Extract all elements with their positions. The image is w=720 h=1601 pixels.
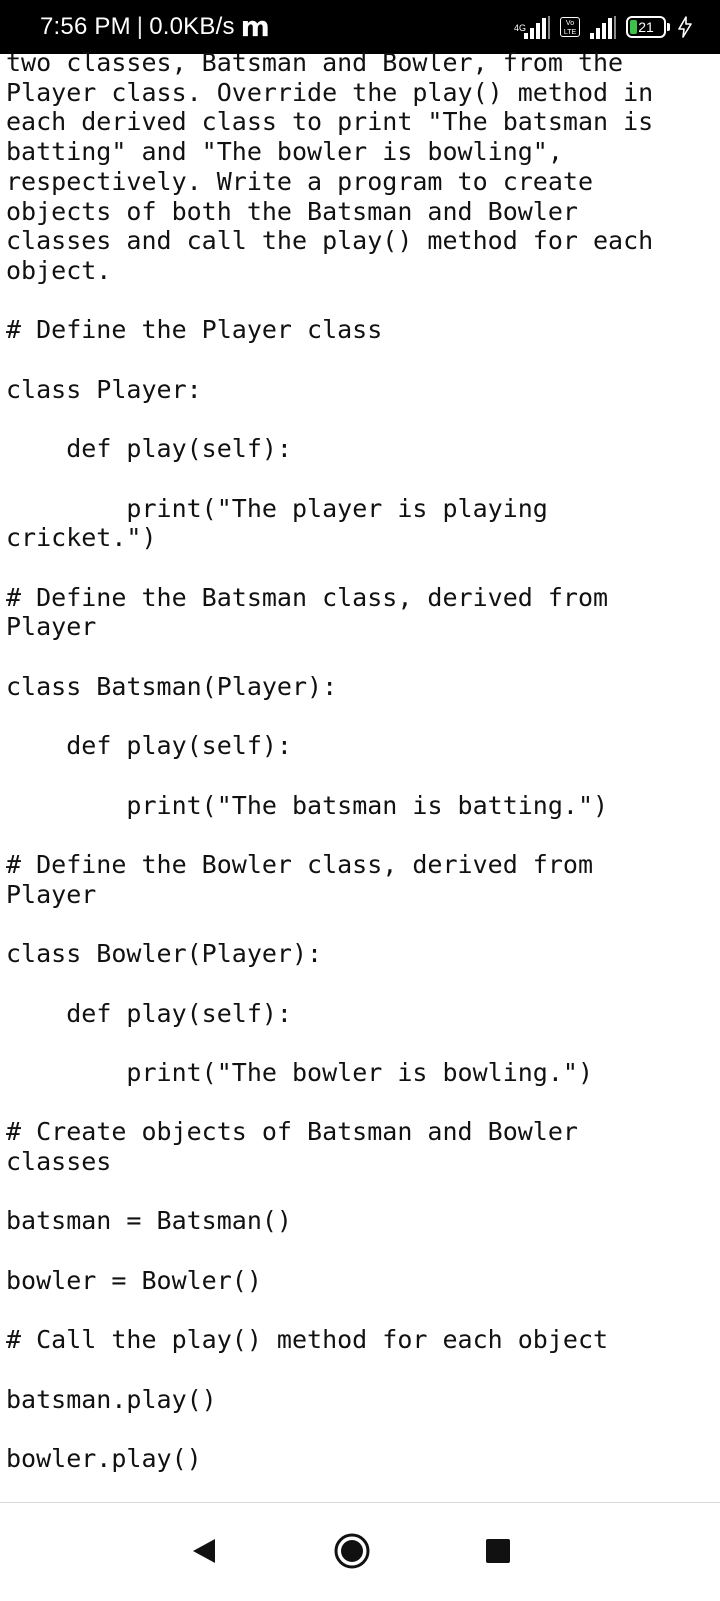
signal-icon xyxy=(590,16,616,39)
network-type-label: 4G xyxy=(514,23,527,33)
document-text: two classes, Batsman and Bowler, from th… xyxy=(6,48,654,1474)
battery-icon: 21 xyxy=(626,16,666,38)
battery-level-fill xyxy=(630,20,637,34)
clock: 7:56 PM xyxy=(40,13,131,40)
recents-button[interactable] xyxy=(476,1529,520,1573)
carrier-logo-icon: m xyxy=(240,10,271,43)
back-button[interactable] xyxy=(182,1529,226,1573)
home-button[interactable] xyxy=(330,1529,374,1573)
volte-icon: Vo LTE xyxy=(560,17,580,37)
recents-icon xyxy=(486,1539,510,1563)
status-bar: 7:56 PM | 0.0KB/s m 4G Vo LTE 21 xyxy=(0,0,720,54)
back-icon xyxy=(193,1539,215,1563)
battery-group: 21 xyxy=(626,16,670,38)
signal-4g-icon: 4G xyxy=(514,13,552,41)
network-speed: 0.0KB/s xyxy=(149,13,235,40)
battery-tip xyxy=(667,23,670,31)
charging-icon xyxy=(678,16,692,38)
status-right: 4G Vo LTE 21 xyxy=(514,0,692,54)
navigation-bar xyxy=(0,1502,720,1601)
home-icon xyxy=(334,1533,370,1569)
status-left: 7:56 PM | 0.0KB/s m xyxy=(40,0,270,54)
battery-level-text: 21 xyxy=(638,19,654,35)
status-separator: | xyxy=(136,13,144,40)
